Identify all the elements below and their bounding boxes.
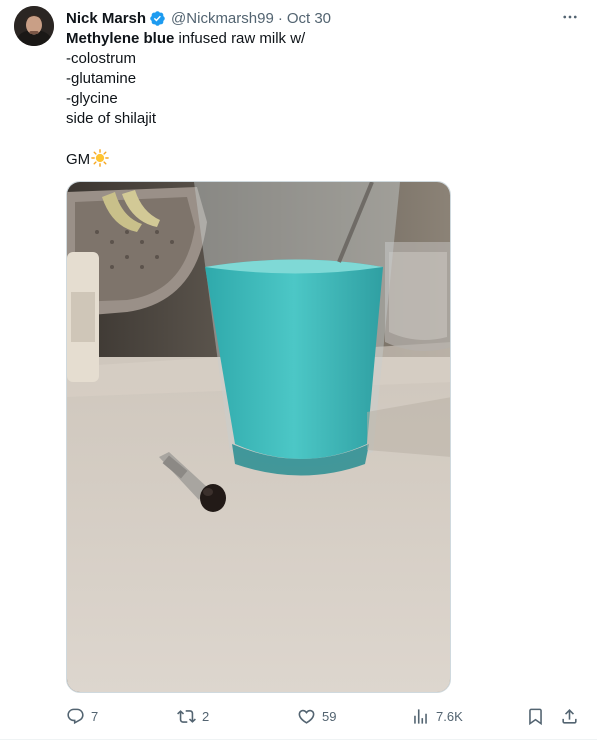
tweet-bold-text: Methylene blue	[66, 30, 175, 47]
tweet-text: Methylene blue infused raw milk w/ -colo…	[66, 29, 566, 169]
view-count: 7.6K	[436, 708, 463, 724]
tweet-line-1-rest: infused raw milk w/	[174, 30, 306, 47]
share-button[interactable]	[560, 704, 579, 728]
retweet-count: 2	[202, 708, 210, 724]
milk-glass-photo	[67, 182, 450, 692]
bookmark-icon	[529, 708, 542, 725]
tweet-line-colostrum: -colostrum	[66, 50, 137, 67]
more-options-button[interactable]	[558, 7, 582, 27]
views-button[interactable]: 7.6K	[411, 704, 463, 728]
avatar[interactable]	[14, 6, 54, 46]
tweet-header: Nick Marsh @Nickmarsh99 · Oct 30	[66, 8, 331, 28]
bookmark-button[interactable]	[526, 704, 545, 728]
tweet-sign-off: GM	[66, 151, 91, 168]
tweet-actions: 7 2 59 7.6K	[66, 704, 586, 728]
more-dots-icon	[563, 15, 577, 19]
retweet-button[interactable]: 2	[177, 704, 209, 728]
heart-icon	[298, 709, 315, 724]
tweet-line-shilajit: side of shilajit	[66, 110, 157, 127]
tweet[interactable]: Nick Marsh @Nickmarsh99 · Oct 30 Methyle…	[0, 0, 597, 740]
views-chart-icon	[414, 708, 427, 724]
author-handle[interactable]: @Nickmarsh99	[171, 10, 274, 27]
verified-badge-icon	[149, 10, 166, 27]
sun-emoji-icon	[91, 149, 109, 173]
reply-button[interactable]: 7	[66, 704, 98, 728]
like-button[interactable]: 59	[297, 704, 336, 728]
like-count: 59	[322, 708, 337, 724]
tweet-date[interactable]: Oct 30	[287, 10, 331, 27]
tweet-photo[interactable]	[66, 181, 451, 693]
tweet-sign-off-line: GM	[66, 149, 566, 169]
reply-icon	[67, 708, 84, 724]
retweet-icon	[177, 709, 196, 723]
author-name[interactable]: Nick Marsh	[66, 10, 146, 27]
reply-count: 7	[91, 708, 99, 724]
separator-dot: ·	[277, 9, 283, 27]
share-icon	[562, 708, 577, 724]
tweet-line-glutamine: -glutamine	[66, 70, 137, 87]
tweet-line-glycine: -glycine	[66, 90, 118, 107]
tweet-line-1: Methylene blue infused raw milk w/	[66, 29, 566, 49]
